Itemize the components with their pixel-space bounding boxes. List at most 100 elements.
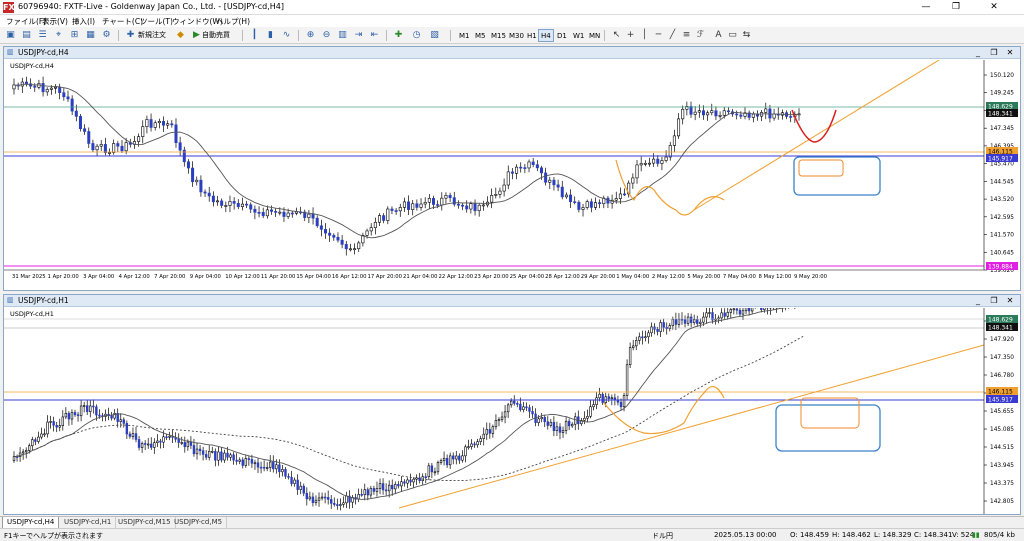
chart-window-h1[interactable]: ▥ USDJPY-cd,H1 _ ❐ ✕ USDJPY-cd,H1 148.49…: [3, 294, 1021, 515]
candle-body: [440, 197, 444, 206]
price-tick-label: 144.515: [990, 445, 1014, 451]
price-chart-h1[interactable]: USDJPY-cd,H1 148.490147.920147.350146.78…: [4, 308, 1020, 514]
candle-body: [54, 86, 58, 89]
time-label: 2 May 12:00: [652, 274, 686, 280]
arrows-icon[interactable]: ⇆: [740, 29, 753, 42]
time-label: 15 Apr 04:00: [296, 274, 331, 280]
candle-body: [34, 439, 37, 442]
candle-body: [415, 203, 419, 208]
candle-body: [275, 464, 278, 470]
candle-body: [290, 476, 293, 484]
candle-body: [522, 406, 525, 410]
vertical-line-icon[interactable]: │: [638, 29, 651, 42]
new-order-icon[interactable]: ✚: [124, 29, 137, 42]
data-window-icon[interactable]: ⊞: [68, 29, 81, 42]
tile-windows-icon[interactable]: ▥: [336, 29, 349, 42]
profiles-icon[interactable]: ▤: [20, 29, 33, 42]
zoom-in-icon[interactable]: ⊕: [304, 29, 317, 42]
candle-body: [61, 416, 65, 426]
channel-icon[interactable]: ≡: [680, 29, 693, 42]
chart-close-button[interactable]: ✕: [1004, 295, 1016, 307]
new-chart-icon[interactable]: ▣: [4, 29, 17, 42]
time-axis-h4: 31 Mar 2025 1 Apr 20:00 3 Apr 04:00 4 Apr 1…: [12, 274, 828, 280]
candle-body: [726, 110, 730, 113]
timeframe-h4[interactable]: H4: [538, 29, 554, 42]
navigator-icon[interactable]: ⌖: [52, 29, 65, 42]
candle-body: [516, 403, 519, 405]
timeframe-m1[interactable]: M1: [456, 29, 473, 42]
candle-body: [83, 128, 87, 132]
menu-tools[interactable]: ツール(T): [140, 16, 173, 27]
candle-body: [485, 429, 488, 435]
bar-chart-icon[interactable]: ┃: [248, 29, 261, 42]
price-chart-h4[interactable]: USDJPY-cd,H4 150.120149.245148.370147.34…: [4, 60, 1020, 290]
templates-icon[interactable]: ▧: [428, 29, 441, 42]
timeframe-mn[interactable]: MN: [586, 29, 603, 42]
crosshair-icon[interactable]: +: [624, 29, 637, 42]
metaeditor-icon[interactable]: ◆: [174, 29, 187, 42]
timeframe-w1[interactable]: W1: [570, 29, 587, 42]
candle-body: [708, 312, 711, 314]
candle-body: [232, 201, 236, 204]
trendline-icon[interactable]: ╱: [666, 29, 679, 42]
candle-body: [95, 145, 99, 151]
auto-trade-button[interactable]: 自動売買: [202, 29, 230, 42]
candle-body: [490, 195, 494, 203]
time-label: 31 Mar 2025: [12, 274, 46, 280]
periods-icon[interactable]: ◷: [410, 29, 423, 42]
menu-chart[interactable]: チャート(C): [102, 16, 143, 27]
time-label: 17 Apr 20:00: [367, 274, 402, 280]
label-icon[interactable]: ▭: [726, 29, 739, 42]
timeframe-d1[interactable]: D1: [554, 29, 570, 42]
chart-restore-button[interactable]: ❐: [988, 47, 1000, 59]
chart-minimize-button[interactable]: _: [972, 47, 984, 59]
cursor-icon[interactable]: ↖: [610, 29, 623, 42]
price-tag-orange: 146.115: [988, 389, 1013, 396]
candle-body: [412, 478, 415, 483]
menu-help[interactable]: ヘルプ(H): [216, 16, 250, 27]
restore-button[interactable]: ❐: [942, 0, 970, 15]
chart-close-button[interactable]: ✕: [1004, 47, 1016, 59]
candle-body: [741, 310, 745, 315]
chart-shift-icon[interactable]: ⇤: [368, 29, 381, 42]
candle-body: [223, 452, 226, 461]
chart-restore-button[interactable]: ❐: [988, 295, 1000, 307]
horizontal-line-icon[interactable]: ─: [652, 29, 665, 42]
text-icon[interactable]: A: [712, 29, 725, 42]
menu-file[interactable]: ファイル(F): [6, 16, 46, 27]
candle-body: [760, 308, 763, 310]
autoscroll-icon[interactable]: ⇥: [352, 29, 365, 42]
candle-body: [278, 464, 281, 473]
line-chart-icon[interactable]: ∿: [280, 29, 293, 42]
candle-body: [269, 461, 272, 468]
chart-minimize-button[interactable]: _: [972, 295, 984, 307]
market-watch-icon[interactable]: ☰: [36, 29, 49, 42]
minimize-button[interactable]: —: [912, 0, 940, 15]
close-button[interactable]: ✕: [980, 0, 1008, 15]
candle-body: [199, 179, 203, 193]
candle-body: [340, 239, 344, 245]
candle-body: [699, 321, 702, 324]
menu-view[interactable]: 表示(V): [42, 16, 68, 27]
zoom-out-icon[interactable]: ⊖: [320, 29, 333, 42]
price-tick-label: 147.920: [990, 337, 1014, 343]
timeframe-m5[interactable]: M5: [472, 29, 489, 42]
candle-body: [147, 443, 150, 446]
fibonacci-icon[interactable]: ℱ: [694, 29, 707, 42]
new-order-button[interactable]: 新規注文: [138, 29, 166, 42]
candle-body: [498, 190, 502, 195]
time-label: 4 Apr 12:00: [119, 274, 151, 280]
tester-icon[interactable]: ⚙: [100, 29, 113, 42]
terminal-icon[interactable]: ▦: [84, 29, 97, 42]
candle-body: [705, 312, 708, 318]
candle-body: [702, 316, 705, 323]
candle-body: [296, 479, 299, 490]
candlestick-icon[interactable]: ▮: [264, 29, 277, 42]
candle-body: [635, 164, 639, 179]
price-tick-label: 144.545: [990, 179, 1014, 185]
chart-window-h4[interactable]: ▥ USDJPY-cd,H4 _ ❐ ✕ USDJPY-cd,H4 150.12…: [3, 46, 1021, 291]
candle-body: [394, 484, 397, 490]
candle-body: [307, 213, 311, 218]
indicators-icon[interactable]: ✚: [392, 29, 405, 42]
menu-insert[interactable]: 挿入(I): [72, 16, 95, 27]
